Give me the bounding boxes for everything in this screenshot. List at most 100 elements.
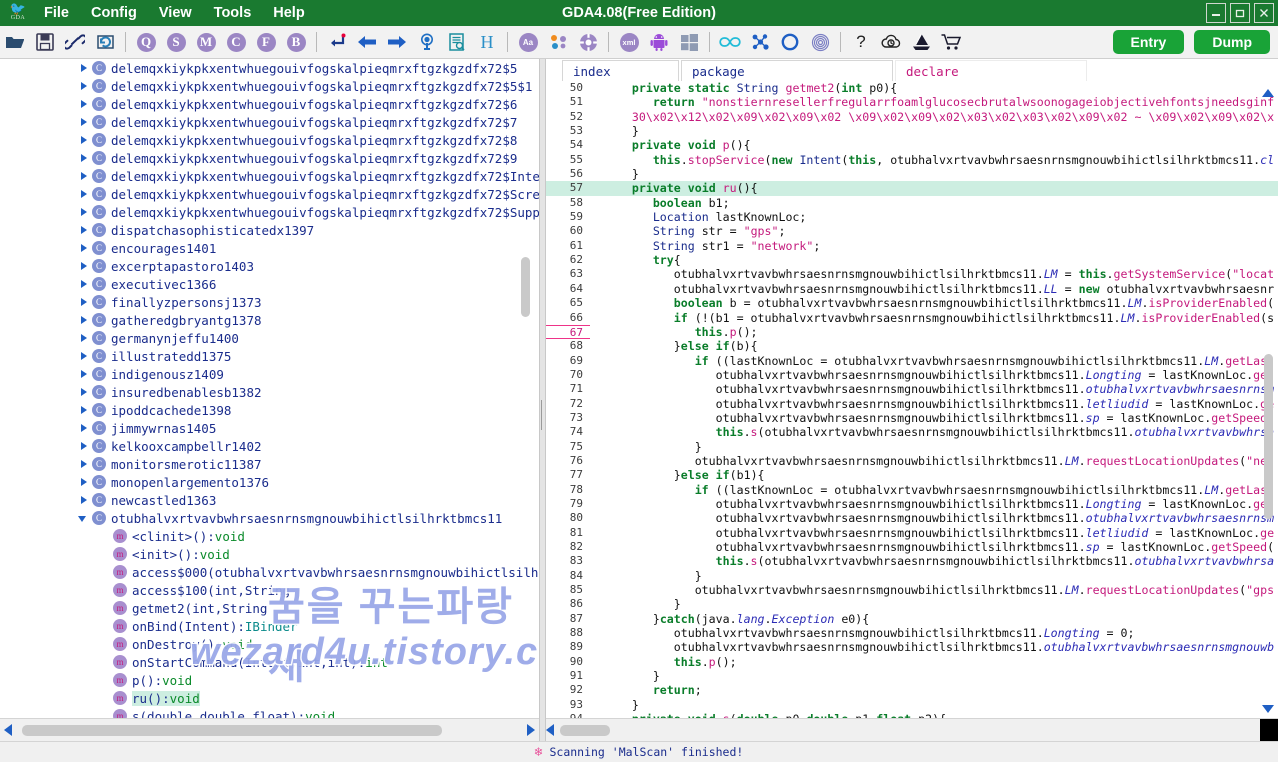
chevron-right-icon[interactable]	[78, 135, 89, 146]
method-m-icon[interactable]: M	[192, 28, 220, 56]
bulb-icon[interactable]	[413, 28, 441, 56]
chevron-right-icon[interactable]	[78, 477, 89, 488]
code-line[interactable]: 59 Location lastKnownLoc;	[546, 210, 1278, 224]
back-arrow-icon[interactable]	[353, 28, 381, 56]
chevron-right-icon[interactable]	[78, 99, 89, 110]
tree-item[interactable]: Cexcerptapastoro1403	[0, 257, 539, 275]
code-line[interactable]: 51 return "nonstiernresellerfregularrfoa…	[546, 95, 1278, 109]
scroll-right-arrow-icon[interactable]	[523, 724, 539, 736]
tree-item[interactable]: Cgermanynjeffu1400	[0, 329, 539, 347]
tree-item[interactable]: Cdelemqxkiykpkxentwhuegouivfogskalpieqmr…	[0, 59, 539, 77]
tree-item[interactable]: Cdelemqxkiykpkxentwhuegouivfogskalpieqmr…	[0, 95, 539, 113]
chevron-right-icon[interactable]	[78, 243, 89, 254]
scroll-left-arrow-icon[interactable]	[0, 724, 16, 736]
code-line[interactable]: 85 otubhalvxrtvavbwhrsaesnrnsmgnouwbihic…	[546, 583, 1278, 597]
code-line[interactable]: 64 otubhalvxrtvavbwhrsaesnrnsmgnouwbihic…	[546, 282, 1278, 296]
windows-icon[interactable]	[675, 28, 703, 56]
menu-item-file[interactable]: File	[33, 2, 80, 24]
tree-item[interactable]: m ru(): void	[0, 689, 539, 707]
code-line[interactable]: 65 boolean b = otubhalvxrtvavbwhrsaesnrn…	[546, 296, 1278, 310]
code-line[interactable]: 93 }	[546, 698, 1278, 712]
tree-item[interactable]: m p(): void	[0, 671, 539, 689]
code-line[interactable]: 76 otubhalvxrtvavbwhrsaesnrnsmgnouwbihic…	[546, 454, 1278, 468]
tree-item[interactable]: m onBind(Intent): IBinder	[0, 617, 539, 635]
tree-item[interactable]: Cdelemqxkiykpkxentwhuegouivfogskalpieqmr…	[0, 77, 539, 95]
code-line[interactable]: 71 otubhalvxrtvavbwhrsaesnrnsmgnouwbihic…	[546, 382, 1278, 396]
code-scroll-left-arrow-icon[interactable]	[546, 724, 554, 736]
xml-icon[interactable]: xml	[615, 28, 643, 56]
chevron-right-icon[interactable]	[78, 369, 89, 380]
chevron-right-icon[interactable]	[78, 405, 89, 416]
save-icon[interactable]	[31, 28, 59, 56]
code-line[interactable]: 82 otubhalvxrtvavbwhrsaesnrnsmgnouwbihic…	[546, 540, 1278, 554]
tree-item[interactable]: m onDestroy(): void	[0, 635, 539, 653]
tree-item[interactable]: Cgatheredgbryantg1378	[0, 311, 539, 329]
dump-button[interactable]: Dump	[1194, 30, 1270, 54]
code-line[interactable]: 73 otubhalvxrtvavbwhrsaesnrnsmgnouwbihic…	[546, 411, 1278, 425]
tree-item[interactable]: m access$000(otubhalvxrtvavbwhrsaesnrnsmg…	[0, 563, 539, 581]
chevron-right-icon[interactable]	[78, 225, 89, 236]
menu-item-config[interactable]: Config	[80, 2, 148, 24]
help-question-icon[interactable]: ?	[847, 28, 875, 56]
tree-item[interactable]: Cencourages1401	[0, 239, 539, 257]
code-line[interactable]: 66 if (!(b1 = otubhalvxrtvavbwhrsaesnrns…	[546, 311, 1278, 325]
code-line[interactable]: 86 }	[546, 597, 1278, 611]
fingerprint-icon[interactable]	[806, 28, 834, 56]
code-line[interactable]: 75 }	[546, 440, 1278, 454]
chevron-right-icon[interactable]	[78, 333, 89, 344]
code-line[interactable]: 56 }	[546, 167, 1278, 181]
tree-item[interactable]: m getmet2(int,String	[0, 599, 539, 617]
search-s-icon[interactable]: S	[162, 28, 190, 56]
code-vertical-scrollbar-thumb[interactable]	[1264, 354, 1273, 519]
infinity-icon[interactable]	[716, 28, 744, 56]
cluster-icon[interactable]	[746, 28, 774, 56]
tree-item[interactable]: Cindigenousz1409	[0, 365, 539, 383]
chevron-right-icon[interactable]	[78, 189, 89, 200]
code-line[interactable]: 63 otubhalvxrtvavbwhrsaesnrnsmgnouwbihic…	[546, 267, 1278, 281]
code-line[interactable]: 81 otubhalvxrtvavbwhrsaesnrnsmgnouwbihic…	[546, 526, 1278, 540]
font-aa-icon[interactable]: Aa	[514, 28, 542, 56]
circle-o-icon[interactable]	[776, 28, 804, 56]
tree-item[interactable]: m access$100(int,String	[0, 581, 539, 599]
code-line[interactable]: 61 String str1 = "network";	[546, 239, 1278, 253]
chevron-right-icon[interactable]	[78, 423, 89, 434]
code-line[interactable]: 92 return;	[546, 683, 1278, 697]
chevron-down-icon[interactable]	[78, 513, 89, 524]
tree-horizontal-scrollbar[interactable]	[0, 718, 539, 741]
code-line[interactable]: 55 this.stopService(new Intent(this, otu…	[546, 153, 1278, 167]
menu-item-view[interactable]: View	[148, 2, 203, 24]
code-line[interactable]: 58 boolean b1;	[546, 196, 1278, 210]
open-folder-icon[interactable]	[1, 28, 29, 56]
tab-declare[interactable]: declare	[895, 60, 1087, 81]
sail-icon[interactable]	[907, 28, 935, 56]
minimize-button[interactable]	[1206, 3, 1226, 23]
chevron-right-icon[interactable]	[78, 297, 89, 308]
code-view[interactable]: 50 private static String getmet2(int p0)…	[546, 81, 1278, 719]
tree-item[interactable]: Cmonopenlargemento1376	[0, 473, 539, 491]
code-scroll-up-arrow-icon[interactable]	[1262, 89, 1274, 97]
code-line[interactable]: 62 try{	[546, 253, 1278, 267]
tree-item[interactable]: Cdelemqxkiykpkxentwhuegouivfogskalpieqmr…	[0, 131, 539, 149]
close-button[interactable]	[1254, 3, 1274, 23]
tree-item[interactable]: Cdelemqxkiykpkxentwhuegouivfogskalpieqmr…	[0, 167, 539, 185]
tree-item[interactable]: Cdelemqxkiykpkxentwhuegouivfogskalpieqmr…	[0, 185, 539, 203]
tree-item[interactable]: m <clinit>(): void	[0, 527, 539, 545]
code-line[interactable]: 89 otubhalvxrtvavbwhrsaesnrnsmgnouwbihic…	[546, 640, 1278, 654]
code-line[interactable]: 83 this.s(otubhalvxrtvavbwhrsaesnrnsmgno…	[546, 554, 1278, 568]
tree-item[interactable]: Cmonitorsmerotic11387	[0, 455, 539, 473]
code-line[interactable]: 57 private void ru(){	[546, 181, 1278, 196]
tree-item[interactable]: Cdelemqxkiykpkxentwhuegouivfogskalpieqmr…	[0, 149, 539, 167]
code-line[interactable]: 53 }	[546, 124, 1278, 138]
chevron-right-icon[interactable]	[78, 387, 89, 398]
code-line[interactable]: 74 this.s(otubhalvxrtvavbwhrsaesnrnsmgno…	[546, 425, 1278, 439]
maximize-button[interactable]	[1230, 3, 1250, 23]
menu-item-help[interactable]: Help	[262, 2, 315, 24]
chevron-right-icon[interactable]	[78, 117, 89, 128]
tree-item[interactable]: m <init>(): void	[0, 545, 539, 563]
chevron-right-icon[interactable]	[78, 81, 89, 92]
tree-item[interactable]: Cdispatchasophisticatedx1397	[0, 221, 539, 239]
android-icon[interactable]	[645, 28, 673, 56]
report-icon[interactable]	[443, 28, 471, 56]
chevron-right-icon[interactable]	[78, 261, 89, 272]
code-line[interactable]: 67 this.p();	[546, 324, 1278, 340]
